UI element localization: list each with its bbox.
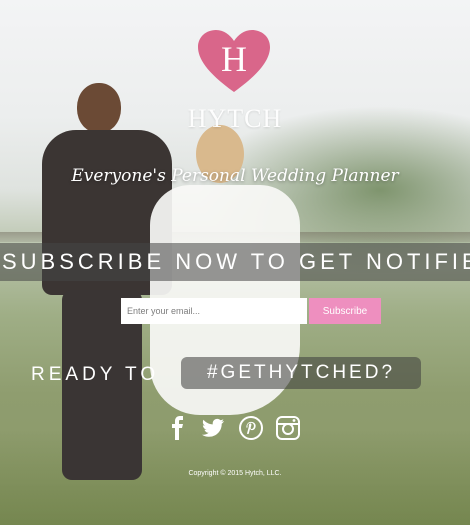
facebook-icon[interactable] xyxy=(165,415,191,441)
subscribe-button[interactable]: Subscribe xyxy=(309,298,381,324)
logo-letter: H xyxy=(221,39,247,79)
subscribe-banner-text: SUBSCRIBE NOW TO GET NOTIFIE xyxy=(2,249,470,274)
subscribe-banner: SUBSCRIBE NOW TO GET NOTIFIE xyxy=(0,243,470,281)
pinterest-icon[interactable] xyxy=(238,415,264,441)
email-input[interactable] xyxy=(121,298,307,324)
social-links xyxy=(165,415,305,441)
instagram-icon[interactable] xyxy=(275,415,301,441)
tagline: Everyone's Personal Wedding Planner xyxy=(71,166,399,186)
copyright-text: Copyright © 2015 Hytch, LLC. xyxy=(188,470,282,477)
ready-to-text: READY TO xyxy=(31,364,160,385)
hashtag-badge: #GETHYTCHED? xyxy=(181,357,421,389)
brand-name: HYTCH xyxy=(187,104,283,133)
twitter-icon[interactable] xyxy=(200,415,226,441)
